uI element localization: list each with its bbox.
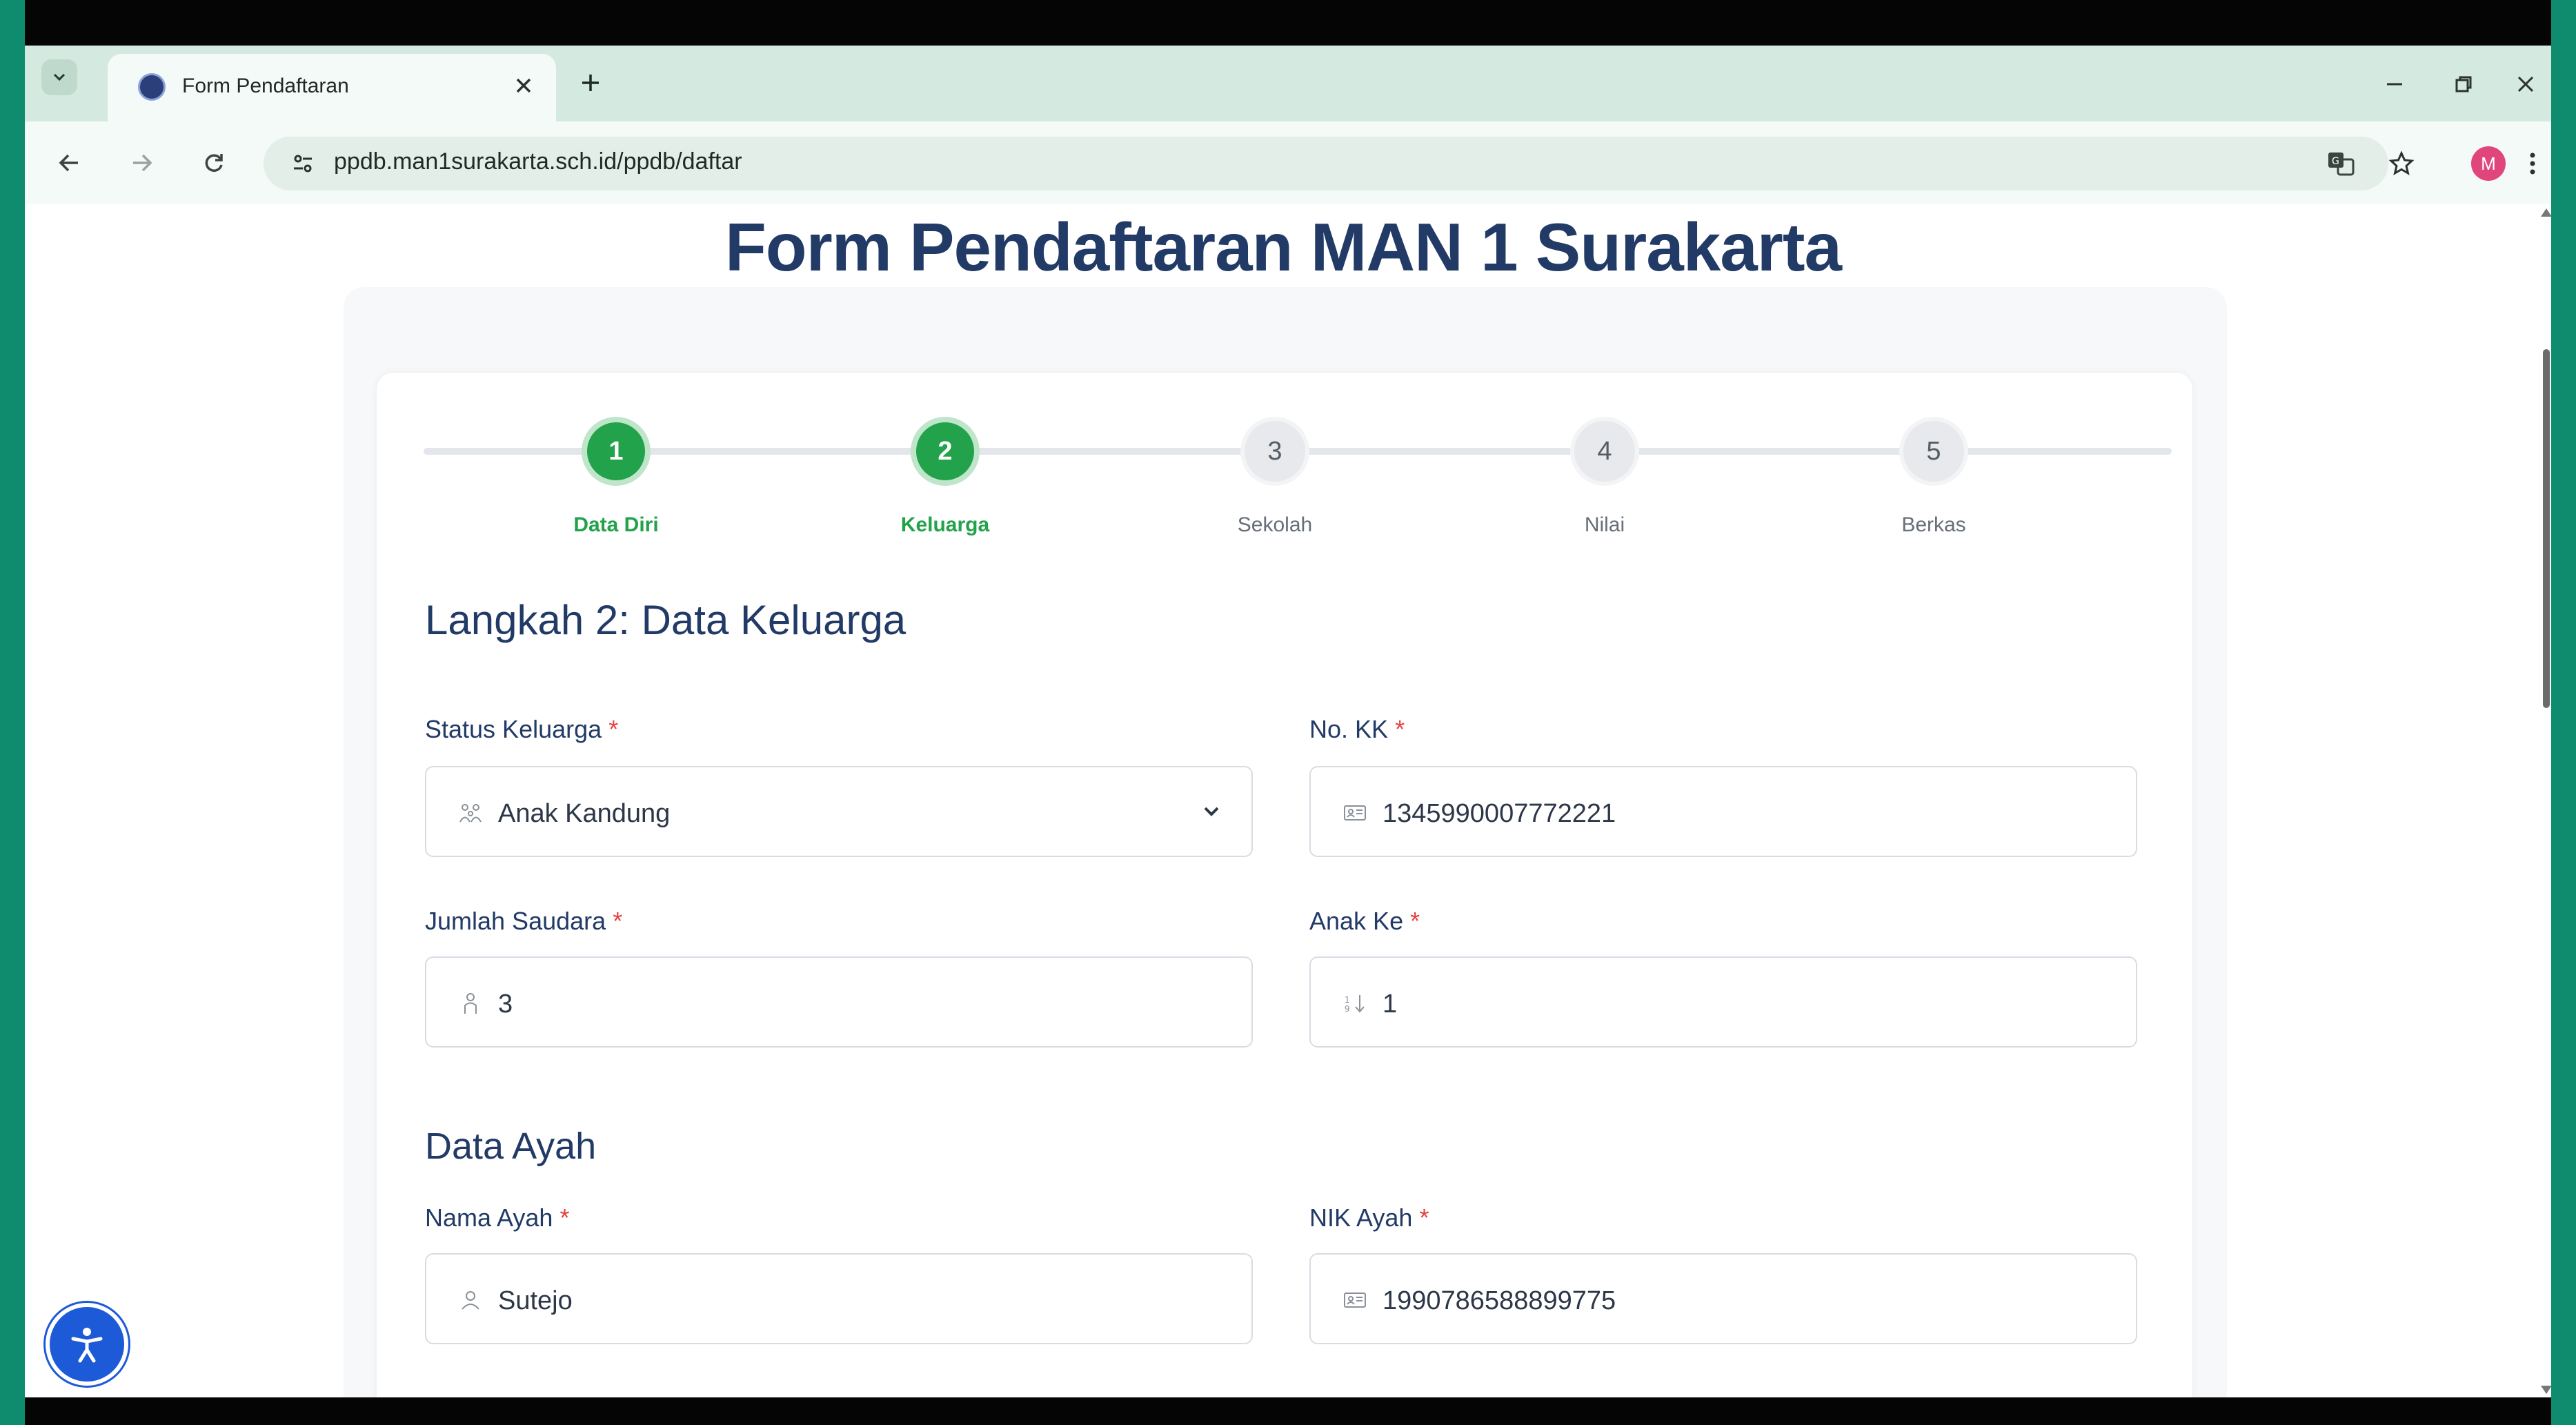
close-icon <box>516 78 531 93</box>
step-1-label: Data Diri <box>573 513 659 536</box>
anak-ke-input[interactable]: 19 1 <box>1309 956 2137 1048</box>
url-text[interactable]: ppdb.man1surakarta.sch.id/ppdb/daftar <box>334 148 742 175</box>
chevron-down-icon <box>53 73 66 81</box>
more-vertical-icon <box>2530 153 2535 175</box>
step-5-label: Berkas <box>1901 513 1966 536</box>
step-4-label: Nilai <box>1584 513 1625 536</box>
accessibility-button[interactable] <box>46 1303 128 1386</box>
page-scrollbar-thumb[interactable] <box>2543 349 2550 708</box>
minimize-icon <box>2387 83 2402 86</box>
jumlah-saudara-input[interactable]: 3 <box>425 956 1253 1048</box>
browser-menu-button[interactable] <box>2511 142 2551 185</box>
nik-ayah-label: NIK Ayah * <box>1309 1203 1429 1232</box>
reload-button[interactable] <box>193 142 235 184</box>
step-1-circle[interactable]: 1 <box>582 417 651 486</box>
web-page: Form Pendaftaran MAN 1 Surakarta 1 Data … <box>25 204 2551 1397</box>
id-card-icon <box>1340 798 1370 828</box>
school-logo-icon <box>138 73 166 101</box>
step-2-circle[interactable]: 2 <box>911 417 980 486</box>
letterbox-top <box>25 0 2551 46</box>
forward-button[interactable] <box>121 142 163 184</box>
tab-close-button[interactable] <box>504 66 543 105</box>
letterbox-bottom <box>25 1397 2551 1425</box>
site-info-button[interactable] <box>281 142 324 185</box>
anak-ke-value: 1 <box>1383 990 1398 1019</box>
browser-tab-active[interactable]: Form Pendaftaran <box>108 54 556 121</box>
restore-icon <box>2455 76 2472 92</box>
svg-text:9: 9 <box>1345 1004 1350 1014</box>
screen-capture: Form Pendaftaran ppdb.man1surakarta.sch.… <box>25 0 2551 1425</box>
scroll-down-arrow-icon[interactable] <box>2541 1386 2551 1394</box>
reload-icon <box>205 154 223 172</box>
page-title: Form Pendaftaran MAN 1 Surakarta <box>724 209 1842 285</box>
nama-ayah-value: Sutejo <box>498 1286 573 1315</box>
step-3-circle[interactable]: 3 <box>1240 417 1309 486</box>
people-icon <box>455 988 486 1019</box>
nik-ayah-input[interactable]: 1990786588899775 <box>1309 1253 2137 1344</box>
translate-button[interactable]: G <box>2319 142 2362 185</box>
tab-search-button[interactable] <box>41 59 77 95</box>
new-tab-button[interactable] <box>570 62 611 104</box>
nik-ayah-value: 1990786588899775 <box>1383 1286 1616 1315</box>
jumlah-saudara-label: Jumlah Saudara * <box>425 907 623 935</box>
profile-avatar[interactable]: M <box>2471 146 2506 181</box>
user-icon <box>455 1285 486 1315</box>
status-keluarga-label: Status Keluarga * <box>425 715 619 743</box>
translate-icon: G <box>2328 153 2355 176</box>
no-kk-input[interactable]: 1345990007772221 <box>1309 766 2137 857</box>
nama-ayah-input[interactable]: Sutejo <box>425 1253 1253 1344</box>
back-button[interactable] <box>48 142 90 184</box>
tune-icon <box>294 155 312 173</box>
arrow-left-icon <box>59 154 78 172</box>
bookmark-button[interactable] <box>2380 142 2423 185</box>
star-icon <box>2388 150 2415 176</box>
step-2-label: Keluarga <box>900 513 990 536</box>
no-kk-value: 1345990007772221 <box>1383 799 1616 828</box>
sort-numeric-icon: 19 <box>1340 988 1370 1019</box>
close-icon <box>2517 76 2534 92</box>
restore-button[interactable] <box>2433 63 2495 105</box>
status-keluarga-value: Anak Kandung <box>498 799 671 828</box>
step-5-circle[interactable]: 5 <box>1899 417 1968 486</box>
minimize-button[interactable] <box>2364 63 2426 105</box>
id-card-icon <box>1340 1285 1370 1315</box>
no-kk-label: No. KK * <box>1309 715 1405 743</box>
chevron-down-icon <box>1204 807 1219 816</box>
svg-text:G: G <box>2332 156 2339 167</box>
scroll-up-arrow-icon[interactable] <box>2541 208 2551 217</box>
arrow-right-icon <box>133 154 152 172</box>
step-3-label: Sekolah <box>1237 513 1313 536</box>
tab-title: Form Pendaftaran <box>182 75 349 97</box>
nama-ayah-label: Nama Ayah * <box>425 1203 570 1232</box>
family-icon <box>455 798 486 828</box>
accessibility-icon <box>71 1328 103 1363</box>
step-heading: Langkah 2: Data Keluarga <box>425 597 906 643</box>
data-ayah-heading: Data Ayah <box>425 1126 597 1167</box>
anak-ke-label: Anak Ke * <box>1309 907 1420 935</box>
svg-text:1: 1 <box>1345 995 1350 1005</box>
step-4-circle[interactable]: 4 <box>1570 417 1639 486</box>
status-keluarga-select[interactable]: Anak Kandung <box>425 766 1253 857</box>
jumlah-saudara-value: 3 <box>498 990 513 1019</box>
close-window-button[interactable] <box>2495 63 2551 105</box>
plus-icon <box>582 75 599 91</box>
